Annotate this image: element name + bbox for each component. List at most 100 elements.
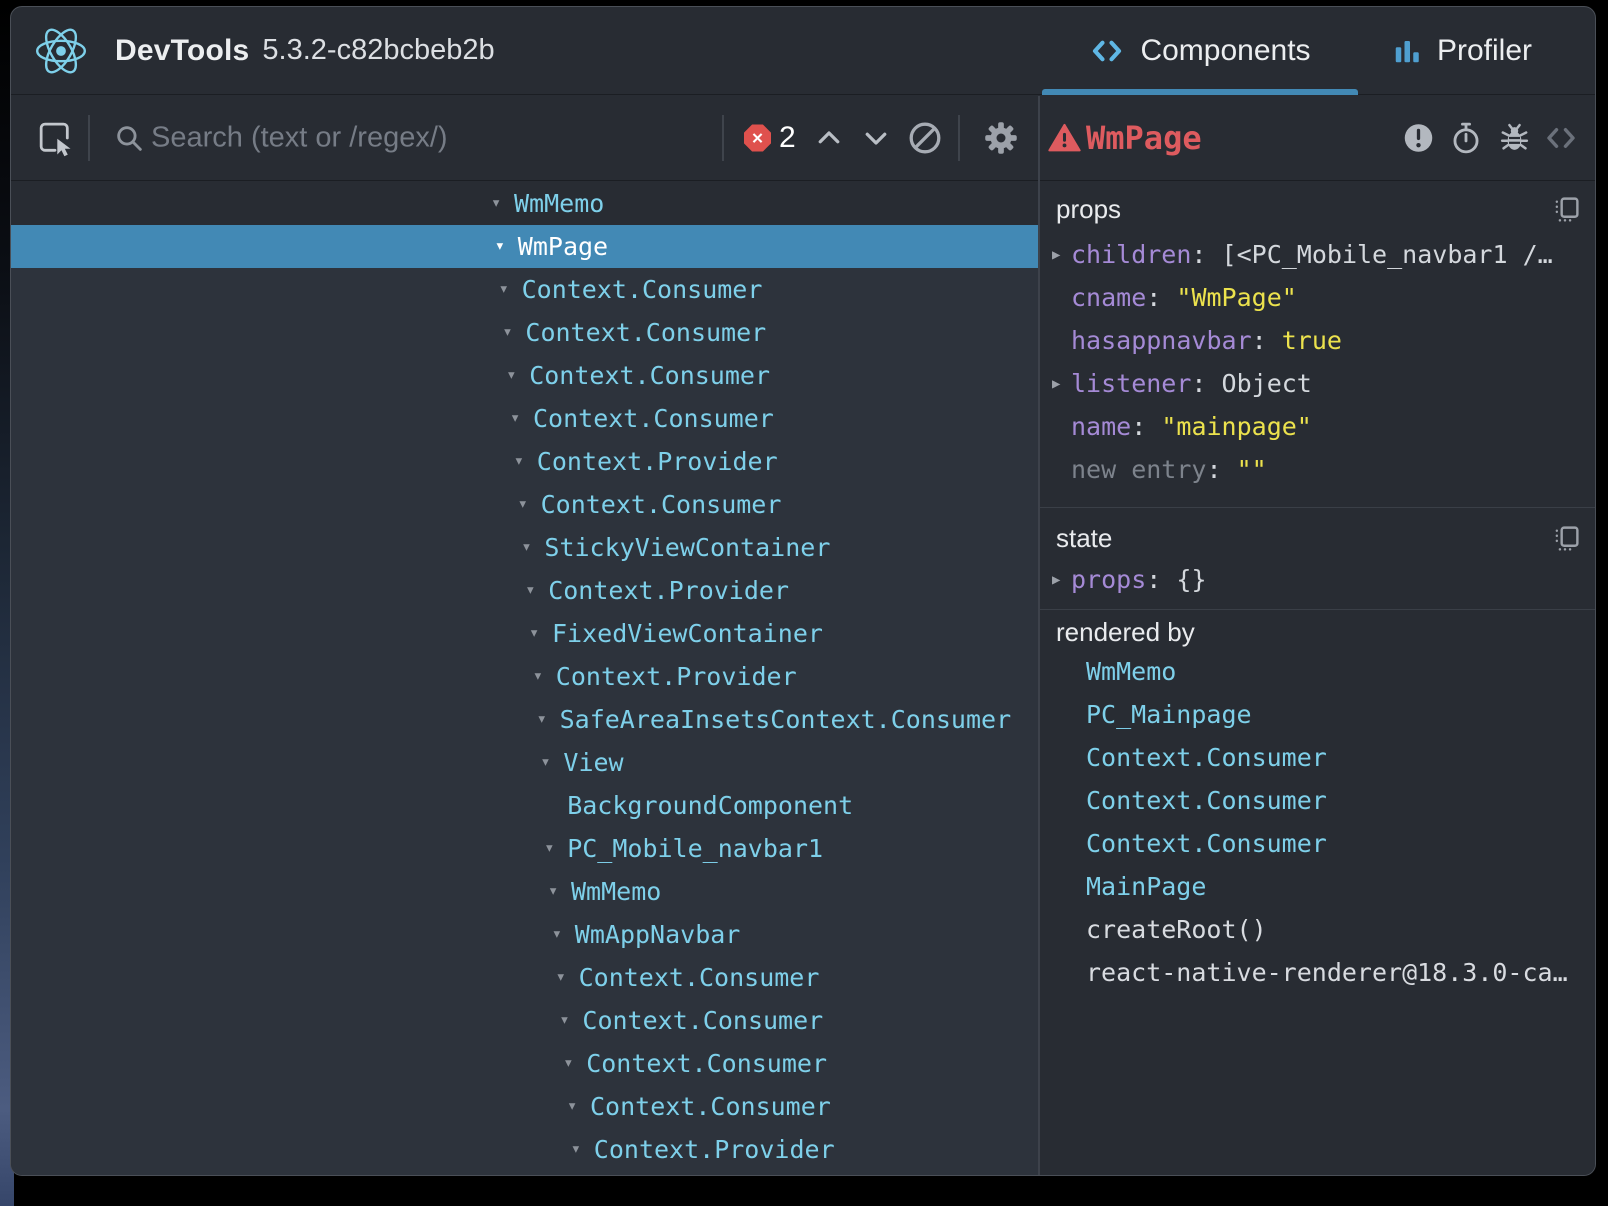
suspend-error-icon[interactable] bbox=[1402, 122, 1435, 155]
tree-row[interactable]: ▾ Context.Consumer bbox=[11, 397, 1038, 440]
tree-row[interactable]: ▾ FixedViewContainer bbox=[11, 612, 1038, 655]
tree-row[interactable]: ▾ PC_Mobile_navbar1 bbox=[11, 827, 1038, 870]
caret-down-icon[interactable]: ▾ bbox=[563, 1055, 586, 1072]
tree-row[interactable]: ▾ Context.Consumer bbox=[11, 483, 1038, 526]
copy-icon[interactable] bbox=[1552, 524, 1581, 553]
rendered-by-item[interactable]: WmMemo bbox=[1040, 650, 1595, 693]
rendered-by-item[interactable]: Context.Consumer bbox=[1040, 779, 1595, 822]
caret-down-icon[interactable]: ▾ bbox=[518, 496, 541, 513]
devtools-window: DevTools 5.3.2-c82bcbeb2b Components bbox=[10, 6, 1596, 1176]
props-entry[interactable]: ▶ listener: Object bbox=[1040, 362, 1595, 405]
props-entry[interactable]: ▶ children: [<PC_Mobile_navbar1 /… bbox=[1040, 233, 1595, 276]
state-section-header: state bbox=[1040, 518, 1595, 558]
tree-row-label: Context.Provider bbox=[594, 1135, 835, 1164]
rendered-by-item[interactable]: MainPage bbox=[1040, 865, 1595, 908]
error-x-glyph: ✕ bbox=[751, 129, 764, 147]
caret-down-icon[interactable]: ▾ bbox=[502, 324, 525, 341]
prop-value[interactable]: Object bbox=[1222, 369, 1312, 398]
caret-down-icon[interactable]: ▾ bbox=[525, 582, 548, 599]
rendered-by-item[interactable]: Context.Consumer bbox=[1040, 736, 1595, 779]
state-value[interactable]: {} bbox=[1176, 565, 1206, 594]
tree-row[interactable]: ▾ WmMemo bbox=[11, 182, 1038, 225]
tree-row[interactable]: ▾ WmPage bbox=[11, 225, 1038, 268]
tab-components[interactable]: Components bbox=[1042, 7, 1358, 94]
tree-row[interactable]: ▾ Context.Provider bbox=[11, 569, 1038, 612]
state-entry[interactable]: ▶ props: {} bbox=[1040, 558, 1595, 601]
tree-row[interactable]: ▾ Context.Consumer bbox=[11, 311, 1038, 354]
tree-row[interactable]: ▾ StickyViewContainer bbox=[11, 526, 1038, 569]
caret-down-icon[interactable]: ▾ bbox=[544, 840, 567, 857]
caret-down-icon[interactable]: ▾ bbox=[495, 238, 518, 255]
caret-down-icon[interactable]: ▾ bbox=[559, 1012, 582, 1029]
clear-search-icon[interactable] bbox=[907, 120, 943, 156]
bug-icon[interactable] bbox=[1498, 122, 1531, 155]
caret-down-icon[interactable]: ▾ bbox=[510, 410, 533, 427]
caret-down-icon[interactable]: ▾ bbox=[556, 969, 579, 986]
inspect-element-button[interactable] bbox=[35, 118, 75, 158]
expand-arrow-icon[interactable]: ▶ bbox=[1052, 376, 1071, 392]
tree-row[interactable]: ▾ Context.Provider bbox=[11, 1128, 1038, 1171]
settings-gear-icon[interactable] bbox=[983, 120, 1019, 156]
chevron-up-icon[interactable] bbox=[814, 123, 844, 153]
rendered-by-item[interactable]: PC_Mainpage bbox=[1040, 693, 1595, 736]
rendered-by-item[interactable]: Context.Consumer bbox=[1040, 822, 1595, 865]
caret-down-icon[interactable]: ▾ bbox=[499, 281, 522, 298]
prop-key: listener bbox=[1071, 369, 1191, 398]
tree-row[interactable]: ▾ Context.Consumer bbox=[11, 268, 1038, 311]
caret-down-icon[interactable]: ▾ bbox=[567, 1098, 590, 1115]
section-divider bbox=[1040, 609, 1595, 610]
caret-down-icon[interactable]: ▾ bbox=[491, 195, 514, 212]
tree-row[interactable]: ▾ WmMemo bbox=[11, 870, 1038, 913]
view-source-icon[interactable] bbox=[1543, 120, 1579, 156]
tree-row[interactable]: ▾ Context.Consumer bbox=[11, 354, 1038, 397]
prop-value[interactable]: true bbox=[1282, 326, 1342, 355]
tree-row[interactable]: ▾ Context.Consumer bbox=[11, 956, 1038, 999]
caret-down-icon[interactable]: ▾ bbox=[540, 754, 563, 771]
tree-row-label: Context.Consumer bbox=[529, 361, 770, 390]
rendered-by-item[interactable]: react-native-renderer@18.3.0-ca… bbox=[1040, 951, 1595, 994]
caret-down-icon[interactable]: ▾ bbox=[529, 625, 552, 642]
prop-key: name bbox=[1071, 412, 1131, 441]
prop-key: cname bbox=[1071, 283, 1146, 312]
copy-icon[interactable] bbox=[1552, 195, 1581, 224]
props-section-header: props bbox=[1040, 189, 1595, 229]
prop-value[interactable]: "mainpage" bbox=[1161, 412, 1312, 441]
tree-row[interactable]: ▾ Context.Consumer bbox=[11, 1085, 1038, 1128]
prop-value[interactable]: "" bbox=[1237, 455, 1267, 484]
tree-row[interactable]: ▾ Context.Provider bbox=[11, 440, 1038, 483]
caret-down-icon[interactable]: ▾ bbox=[514, 453, 537, 470]
props-entry[interactable]: name: "mainpage" bbox=[1040, 405, 1595, 448]
search-input[interactable] bbox=[151, 122, 671, 155]
caret-down-icon[interactable]: ▾ bbox=[548, 883, 571, 900]
expand-arrow-icon[interactable]: ▶ bbox=[1052, 572, 1071, 588]
prop-value[interactable]: [<PC_Mobile_navbar1 /… bbox=[1222, 240, 1553, 269]
expand-arrow-icon[interactable]: ▶ bbox=[1052, 247, 1071, 263]
tree-row-label: WmPage bbox=[518, 232, 608, 261]
caret-down-icon[interactable]: ▾ bbox=[537, 711, 560, 728]
rendered-by-item[interactable]: createRoot() bbox=[1040, 908, 1595, 951]
stopwatch-icon[interactable] bbox=[1449, 121, 1483, 155]
react-logo-icon bbox=[33, 26, 89, 76]
component-tree: ▾ WmMemo ▾ WmPage ▾ Context.Consumer ▾ C… bbox=[11, 182, 1038, 1175]
caret-down-icon[interactable]: ▾ bbox=[521, 539, 544, 556]
tree-row[interactable]: ▾ Context.Consumer bbox=[11, 999, 1038, 1042]
caret-down-icon[interactable]: ▾ bbox=[552, 926, 575, 943]
props-entry[interactable]: hasappnavbar: true bbox=[1040, 319, 1595, 362]
tree-row-label: BackgroundComponent bbox=[567, 791, 853, 820]
toolbar-divider bbox=[958, 115, 960, 161]
app-version: 5.3.2-c82bcbeb2b bbox=[262, 34, 494, 67]
tree-row[interactable]: ▾ View bbox=[11, 741, 1038, 784]
caret-down-icon[interactable]: ▾ bbox=[571, 1141, 594, 1158]
tree-row[interactable]: ▾ Context.Consumer bbox=[11, 1042, 1038, 1085]
caret-down-icon[interactable]: ▾ bbox=[506, 367, 529, 384]
prop-value[interactable]: "WmPage" bbox=[1176, 283, 1296, 312]
tree-row[interactable]: ▾ WmAppNavbar bbox=[11, 913, 1038, 956]
tree-row[interactable]: ▾ Context.Provider bbox=[11, 655, 1038, 698]
props-entry[interactable]: new entry: "" bbox=[1040, 448, 1595, 491]
props-entry[interactable]: cname: "WmPage" bbox=[1040, 276, 1595, 319]
caret-down-icon[interactable]: ▾ bbox=[533, 668, 556, 685]
tree-row[interactable]: ▾ SafeAreaInsetsContext.Consumer bbox=[11, 698, 1038, 741]
chevron-down-icon[interactable] bbox=[861, 123, 891, 153]
tab-profiler[interactable]: Profiler bbox=[1377, 7, 1547, 94]
tree-row[interactable]: BackgroundComponent bbox=[11, 784, 1038, 827]
